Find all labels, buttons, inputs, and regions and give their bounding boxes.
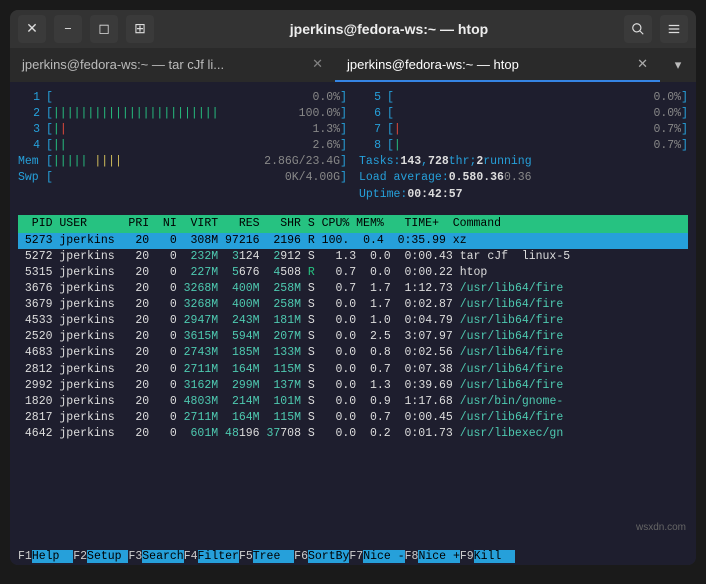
tab-dropdown[interactable]: ▾ — [660, 48, 696, 82]
fkey-F8[interactable]: F8 — [405, 550, 419, 563]
swap-meter: Swp[ 0K/4.00G] — [18, 170, 347, 186]
process-header[interactable]: PID USER PRI NI VIRT RES SHR S CPU% MEM%… — [18, 215, 688, 233]
cpu-meter-3: 3[|| 1.3%] — [18, 122, 347, 138]
fkey-F4[interactable]: F4 — [184, 550, 198, 563]
menu-button[interactable] — [660, 15, 688, 43]
new-tab-button[interactable]: ⊞ — [126, 15, 154, 43]
cpu-meter-6: 6[ 0.0%] — [359, 106, 688, 122]
tab-1[interactable]: jperkins@fedora-ws:~ — tar cJf li... ✕ — [10, 48, 335, 82]
process-row[interactable]: 2812 jperkins 20 0 2711M 164M 115M S 0.0… — [18, 362, 688, 378]
cpu-meter-7: 7[| 0.7%] — [359, 122, 688, 138]
tab-label: jperkins@fedora-ws:~ — htop — [347, 57, 519, 72]
fkey-label[interactable]: Help — [32, 550, 73, 563]
maximize-button[interactable]: ◻ — [90, 15, 118, 43]
tab-label: jperkins@fedora-ws:~ — tar cJf li... — [22, 57, 224, 72]
fkey-F7[interactable]: F7 — [349, 550, 363, 563]
fkey-F6[interactable]: F6 — [294, 550, 308, 563]
cpu-meter-5: 5[ 0.0%] — [359, 90, 688, 106]
fkey-F3[interactable]: F3 — [128, 550, 142, 563]
process-row[interactable]: 5315 jperkins 20 0 227M 5676 4508 R 0.7 … — [18, 265, 688, 281]
mem-meter: Mem[||||| |||| 2.86G/23.4G] — [18, 154, 347, 170]
cpu-meter-2: 2[||||||||||||||||||||||||100.0%] — [18, 106, 347, 122]
process-row[interactable]: 1820 jperkins 20 0 4803M 214M 101M S 0.0… — [18, 394, 688, 410]
fkey-label[interactable]: Tree — [253, 550, 294, 563]
minimize-button[interactable]: – — [54, 15, 82, 43]
search-button[interactable] — [624, 15, 652, 43]
search-icon — [631, 22, 645, 36]
process-row[interactable]: 2817 jperkins 20 0 2711M 164M 115M S 0.0… — [18, 410, 688, 426]
tasks-line: Tasks: 143, 728 thr; 2 running — [359, 154, 688, 170]
process-row[interactable]: 2992 jperkins 20 0 3162M 299M 137M S 0.0… — [18, 378, 688, 394]
loadavg-line: Load average: 0.58 0.36 0.36 — [359, 170, 688, 186]
meters-right: 5[ 0.0%] 6[ 0.0%] 7[| 0.7%] 8[| 0.7%] Ta… — [359, 90, 688, 203]
fkey-F1[interactable]: F1 — [18, 550, 32, 563]
cpu-meter-4: 4[|| 2.6%] — [18, 138, 347, 154]
uptime-line: Uptime: 00:42:57 — [359, 187, 688, 203]
function-key-bar: F1Help F2Setup F3SearchF4FilterF5Tree F6… — [18, 549, 688, 565]
fkey-label[interactable]: SortBy — [308, 550, 349, 563]
process-row[interactable]: 4533 jperkins 20 0 2947M 243M 181M S 0.0… — [18, 313, 688, 329]
fkey-label[interactable]: Search — [142, 550, 183, 563]
cpu-meter-1: 1[ 0.0%] — [18, 90, 347, 106]
fkey-label[interactable]: Setup — [87, 550, 128, 563]
hamburger-icon — [667, 22, 681, 36]
process-row[interactable]: 4683 jperkins 20 0 2743M 185M 133M S 0.0… — [18, 345, 688, 361]
window-title: jperkins@fedora-ws:~ — htop — [162, 21, 616, 37]
fkey-F5[interactable]: F5 — [239, 550, 253, 563]
meters-area: 1[ 0.0%] 2[||||||||||||||||||||||||100.0… — [18, 90, 688, 203]
terminal-body[interactable]: 1[ 0.0%] 2[||||||||||||||||||||||||100.0… — [10, 82, 696, 565]
process-list[interactable]: 5273 jperkins 20 0 308M 97216 2196 R 100… — [18, 233, 688, 442]
process-row[interactable]: 5273 jperkins 20 0 308M 97216 2196 R 100… — [18, 233, 688, 249]
tab-bar: jperkins@fedora-ws:~ — tar cJf li... ✕ j… — [10, 48, 696, 82]
close-button[interactable]: ✕ — [18, 15, 46, 43]
fkey-label[interactable]: Filter — [198, 550, 239, 563]
titlebar: ✕ – ◻ ⊞ jperkins@fedora-ws:~ — htop — [10, 10, 696, 48]
fkey-label[interactable]: Nice + — [418, 550, 459, 563]
process-row[interactable]: 3679 jperkins 20 0 3268M 400M 258M S 0.0… — [18, 297, 688, 313]
meters-left: 1[ 0.0%] 2[||||||||||||||||||||||||100.0… — [18, 90, 347, 203]
watermark: wsxdn.com — [636, 521, 686, 535]
fkey-F9[interactable]: F9 — [460, 550, 474, 563]
fkey-label[interactable]: Nice - — [363, 550, 404, 563]
process-row[interactable]: 4642 jperkins 20 0 601M 48196 37708 S 0.… — [18, 426, 688, 442]
process-row[interactable]: 2520 jperkins 20 0 3615M 594M 207M S 0.0… — [18, 329, 688, 345]
tab-2[interactable]: jperkins@fedora-ws:~ — htop ✕ — [335, 48, 660, 82]
tab-close-icon[interactable]: ✕ — [312, 56, 323, 72]
process-row[interactable]: 5272 jperkins 20 0 232M 3124 2912 S 1.3 … — [18, 249, 688, 265]
process-row[interactable]: 3676 jperkins 20 0 3268M 400M 258M S 0.7… — [18, 281, 688, 297]
tab-close-icon[interactable]: ✕ — [637, 56, 648, 72]
terminal-window: ✕ – ◻ ⊞ jperkins@fedora-ws:~ — htop jper… — [10, 10, 696, 565]
fkey-F2[interactable]: F2 — [73, 550, 87, 563]
cpu-meter-8: 8[| 0.7%] — [359, 138, 688, 154]
fkey-label[interactable]: Kill — [474, 550, 515, 563]
